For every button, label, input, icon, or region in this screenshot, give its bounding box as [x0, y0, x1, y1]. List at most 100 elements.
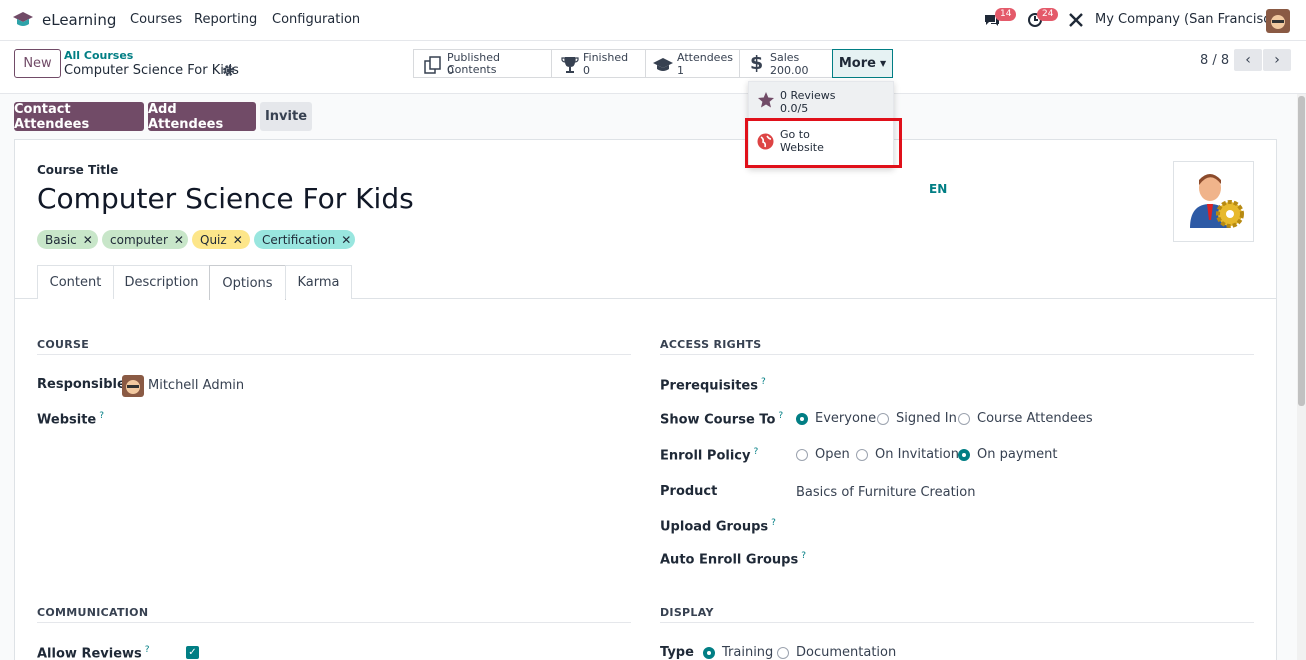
- auto-enroll-groups-label: Auto Enroll Groups?: [660, 551, 806, 567]
- graduation-cap-icon: [653, 58, 673, 71]
- add-attendees-button[interactable]: Add Attendees: [148, 102, 256, 132]
- stat-value: 1: [677, 64, 684, 77]
- help-icon[interactable]: ?: [145, 645, 150, 655]
- chevron-left-icon: ‹: [1245, 52, 1251, 68]
- radio-open[interactable]: [796, 449, 808, 461]
- tab-karma[interactable]: Karma: [285, 265, 352, 299]
- app-name[interactable]: eLearning: [42, 11, 116, 29]
- stat-label: Finished: [583, 51, 629, 64]
- remove-tag-icon[interactable]: ✕: [341, 233, 351, 247]
- breadcrumb-all-courses[interactable]: All Courses: [64, 49, 133, 62]
- form-sheet: [14, 139, 1277, 660]
- allow-reviews-checkbox[interactable]: ✓: [186, 646, 199, 659]
- help-icon[interactable]: ?: [753, 447, 758, 457]
- responsible-field[interactable]: Mitchell Admin: [148, 378, 244, 393]
- tab-description[interactable]: Description: [113, 265, 210, 299]
- caret-down-icon: ▼: [879, 59, 887, 68]
- radio-open-label[interactable]: Open: [815, 447, 850, 462]
- tag-label: Quiz: [200, 232, 227, 247]
- tag-label: Basic: [45, 232, 77, 247]
- trophy-icon: [561, 57, 579, 73]
- help-icon[interactable]: ?: [771, 518, 776, 528]
- allow-reviews-label-text: Allow Reviews: [37, 646, 142, 660]
- pager-next-button[interactable]: ›: [1263, 49, 1291, 71]
- radio-on-payment-label[interactable]: On payment: [977, 447, 1058, 462]
- pager-previous-button[interactable]: ‹: [1234, 49, 1262, 71]
- upload-groups-label-text: Upload Groups: [660, 519, 769, 535]
- help-icon[interactable]: ?: [778, 411, 783, 421]
- invite-button[interactable]: Invite: [260, 102, 312, 131]
- elearning-app-icon[interactable]: [12, 10, 34, 30]
- stat-label: Sales: [770, 51, 800, 64]
- course-title-input[interactable]: Computer Science For Kids: [37, 182, 414, 215]
- more-button[interactable]: More ▼: [832, 49, 893, 78]
- radio-training[interactable]: [703, 647, 715, 659]
- help-icon[interactable]: ?: [801, 551, 806, 561]
- responsible-label: Responsible: [37, 377, 126, 392]
- dollar-icon: $: [750, 52, 764, 74]
- radio-course-attendees[interactable]: [958, 413, 970, 425]
- highlight-box: [745, 118, 902, 168]
- remove-tag-icon[interactable]: ✕: [83, 233, 93, 247]
- section-access-rights-title: ACCESS RIGHTS: [660, 338, 762, 351]
- stat-value: 200.00: [770, 64, 809, 77]
- stat-published-contents[interactable]: Published Contents 0: [413, 49, 552, 78]
- stat-value: 0: [447, 64, 454, 77]
- tag-basic: Basic ✕: [37, 230, 98, 249]
- show-course-to-label: Show Course To?: [660, 411, 783, 427]
- radio-on-invitation-label[interactable]: On Invitation: [875, 447, 959, 462]
- activity-count-badge: 24: [1037, 8, 1059, 21]
- enroll-policy-label-text: Enroll Policy: [660, 448, 751, 464]
- stat-attendees[interactable]: Attendees 1: [645, 49, 740, 78]
- tag-quiz: Quiz ✕: [192, 230, 250, 249]
- gear-icon[interactable]: [222, 64, 235, 77]
- more-label: More: [838, 56, 876, 71]
- star-icon: [758, 92, 774, 108]
- contact-attendees-button[interactable]: Contact Attendees: [14, 102, 144, 132]
- tab-options[interactable]: Options: [209, 265, 286, 300]
- menu-reporting[interactable]: Reporting: [194, 12, 257, 27]
- company-switcher[interactable]: My Company (San Francisco): [1095, 12, 1283, 27]
- prerequisites-label: Prerequisites?: [660, 377, 766, 393]
- radio-documentation[interactable]: [777, 647, 789, 659]
- language-button[interactable]: EN: [929, 182, 947, 196]
- radio-documentation-label[interactable]: Documentation: [796, 645, 896, 660]
- radio-on-payment[interactable]: [958, 449, 970, 461]
- website-label-text: Website: [37, 412, 97, 428]
- reviews-menu-item[interactable]: 0 Reviews 0.0/5: [749, 82, 893, 118]
- scrollbar-thumb[interactable]: [1298, 96, 1305, 406]
- radio-signed-in-label[interactable]: Signed In: [896, 411, 957, 426]
- help-icon[interactable]: ?: [761, 377, 766, 387]
- tools-icon[interactable]: [1068, 12, 1084, 28]
- reviews-rating: 0.0/5: [780, 102, 809, 115]
- documents-icon: [424, 56, 441, 74]
- chevron-right-icon: ›: [1274, 52, 1280, 68]
- check-icon: ✓: [188, 647, 197, 658]
- menu-courses[interactable]: Courses: [130, 12, 182, 27]
- radio-on-invitation[interactable]: [856, 449, 868, 461]
- stat-sales[interactable]: $ Sales 200.00: [739, 49, 833, 78]
- breadcrumb-current: Computer Science For Kids: [64, 63, 239, 78]
- remove-tag-icon[interactable]: ✕: [233, 233, 243, 247]
- help-icon[interactable]: ?: [99, 411, 104, 421]
- website-label: Website?: [37, 411, 104, 427]
- radio-course-attendees-label[interactable]: Course Attendees: [977, 411, 1093, 426]
- pager-value[interactable]: 8 / 8: [1200, 53, 1229, 68]
- new-button[interactable]: New: [14, 49, 61, 78]
- tab-content[interactable]: Content: [37, 265, 114, 299]
- course-image[interactable]: [1173, 161, 1254, 242]
- course-title-label: Course Title: [37, 163, 119, 177]
- user-avatar[interactable]: [1266, 9, 1290, 33]
- section-divider: [660, 622, 1254, 623]
- remove-tag-icon[interactable]: ✕: [174, 233, 184, 247]
- radio-everyone-label[interactable]: Everyone: [815, 411, 876, 426]
- stat-finished[interactable]: Finished 0: [551, 49, 646, 78]
- product-label: Product: [660, 484, 718, 499]
- radio-signed-in[interactable]: [877, 413, 889, 425]
- product-field[interactable]: Basics of Furniture Creation: [796, 485, 976, 500]
- radio-everyone[interactable]: [796, 413, 808, 425]
- tag-computer: computer ✕: [102, 230, 188, 249]
- radio-training-label[interactable]: Training: [722, 645, 773, 660]
- menu-configuration[interactable]: Configuration: [272, 12, 360, 27]
- control-panel: New All Courses Computer Science For Kid…: [0, 41, 1306, 94]
